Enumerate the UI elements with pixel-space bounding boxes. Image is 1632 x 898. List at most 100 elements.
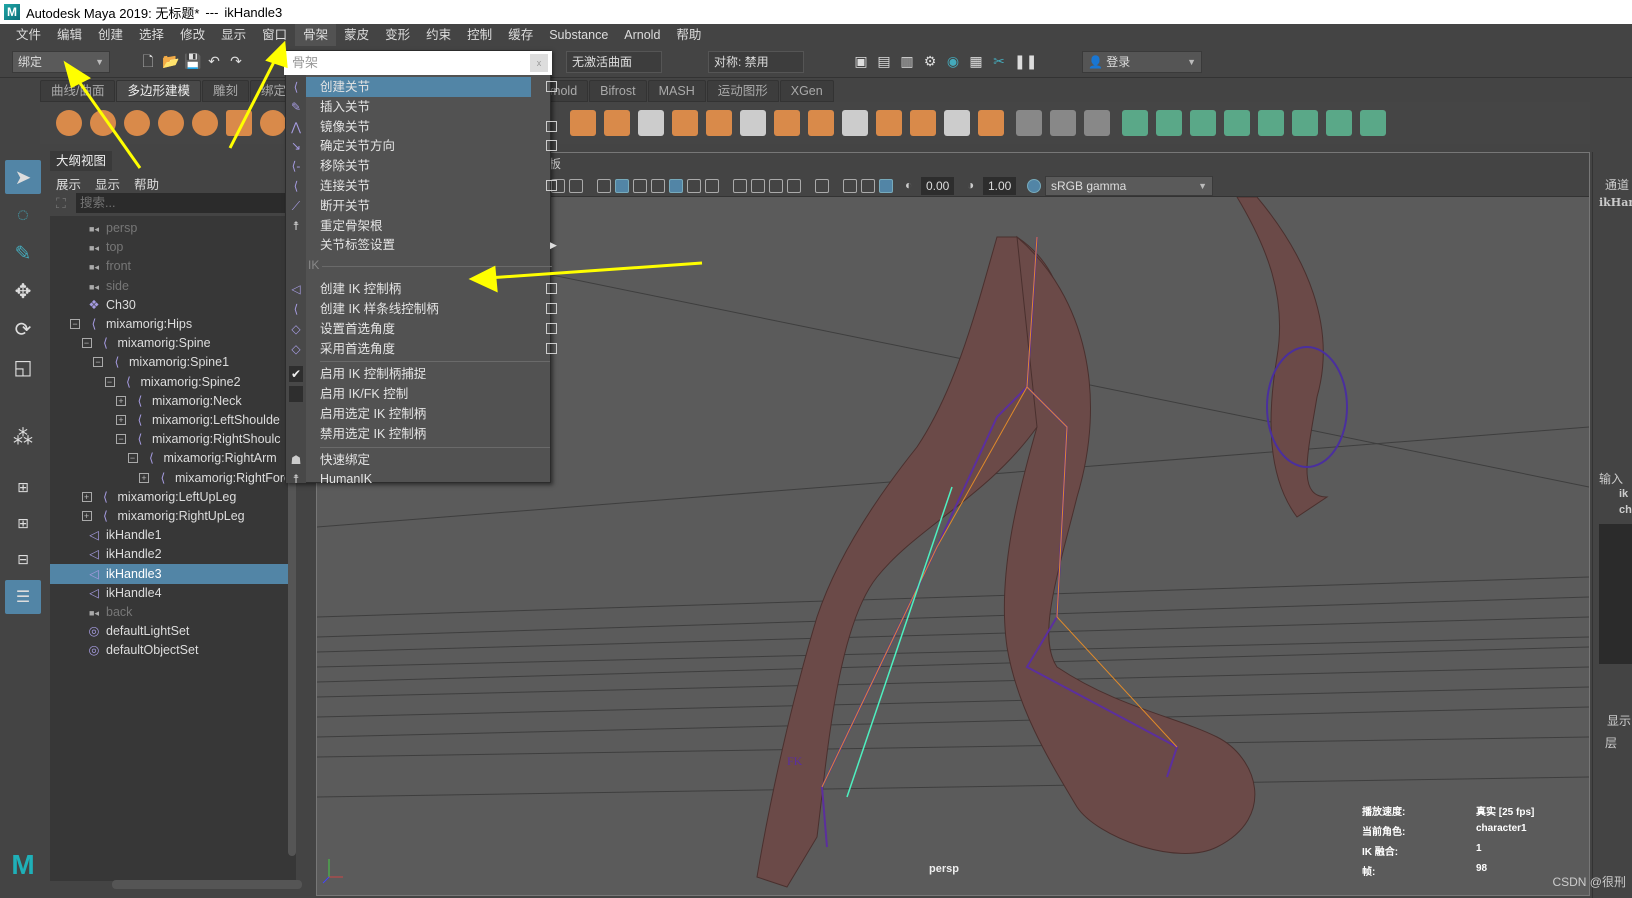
smooth-shade-icon[interactable] xyxy=(615,179,629,193)
shelf-fill-hole-icon[interactable] xyxy=(944,110,970,136)
ambient-occlusion-icon[interactable] xyxy=(733,179,747,193)
soft-select-tool-icon[interactable]: ⁂ xyxy=(5,420,41,454)
collapse-icon[interactable]: − xyxy=(70,319,80,329)
wireframe-icon[interactable] xyxy=(597,179,611,193)
redo-icon[interactable]: ↷ xyxy=(228,53,244,69)
outliner-tab[interactable]: 大纲视图 xyxy=(50,151,112,171)
expand-icon[interactable]: + xyxy=(81,511,92,521)
pause-render-icon[interactable]: ❚❚ xyxy=(1014,53,1037,69)
menu-item[interactable]: 断开关节 xyxy=(306,196,531,216)
outliner-item[interactable]: ■◂ back xyxy=(50,602,296,622)
shelf-smooth-icon[interactable] xyxy=(774,110,800,136)
outliner-item[interactable]: − ⟨ mixamorig:Spine xyxy=(50,333,296,353)
render-setup-icon[interactable]: ▦ xyxy=(968,53,984,69)
menu-item[interactable]: 连接关节 xyxy=(306,176,557,196)
option-box-icon[interactable] xyxy=(546,81,557,92)
outliner-item[interactable]: − ⟨ mixamorig:Hips xyxy=(50,314,296,334)
menu-1[interactable]: 编辑 xyxy=(49,24,90,46)
menu-item[interactable]: 启用 IK 控制柄捕捉 xyxy=(306,364,531,384)
rotate-tool-icon[interactable]: ⟳ xyxy=(5,312,41,346)
default-lighting-icon[interactable] xyxy=(633,179,647,193)
outliner-item[interactable]: + ⟨ mixamorig:Neck xyxy=(50,391,296,411)
menu-11[interactable]: 控制 xyxy=(459,24,500,46)
outliner-layout-icon[interactable]: ☰ xyxy=(5,580,41,614)
menu-item[interactable]: 启用 IK/FK 控制 xyxy=(306,384,531,404)
menu-6[interactable]: 窗口 xyxy=(254,24,295,46)
option-box-icon[interactable] xyxy=(546,322,557,334)
light-editor-icon[interactable]: ✂ xyxy=(991,53,1007,69)
outliner-item[interactable]: + ⟨ mixamorig:RightUpLeg xyxy=(50,506,296,526)
outliner-item[interactable]: ◎ defaultObjectSet xyxy=(50,640,296,660)
shelf-sphere-icon[interactable] xyxy=(56,110,82,136)
save-scene-icon[interactable]: 💾 xyxy=(184,53,201,69)
safe-title-icon[interactable] xyxy=(569,179,583,193)
menu-set-dropdown[interactable]: 绑定 ▼ xyxy=(12,51,110,73)
expand-icon[interactable]: + xyxy=(139,472,149,483)
checkbox-checked-icon[interactable]: ✔ xyxy=(289,366,303,383)
shelf-tab-6[interactable]: MASH xyxy=(647,80,706,102)
option-box-icon[interactable] xyxy=(546,342,557,354)
shelf-tab-2[interactable]: 雕刻 xyxy=(202,80,250,102)
login-button[interactable]: 👤 登录 ▼ xyxy=(1082,51,1202,73)
input-node-1[interactable]: ik xyxy=(1619,488,1628,500)
input-node-2[interactable]: ch xyxy=(1619,504,1632,516)
shelf-bevel-icon[interactable] xyxy=(570,110,596,136)
shelf-tab-0[interactable]: 曲线/曲面 xyxy=(40,80,116,102)
menu-5[interactable]: 显示 xyxy=(213,24,254,46)
filter-icon[interactable]: ⛶ xyxy=(56,195,66,212)
outliner-item[interactable]: ◁ ikHandle3 xyxy=(50,563,296,584)
color-management-icon[interactable] xyxy=(1027,179,1041,193)
open-scene-icon[interactable]: 📂 xyxy=(162,53,179,69)
menu-search-input[interactable]: 骨架 x xyxy=(284,51,552,75)
menu-7[interactable]: 骨架 xyxy=(295,24,337,46)
shelf-tab-8[interactable]: XGen xyxy=(779,80,834,102)
outliner-item[interactable]: + ⟨ mixamorig:LeftShoulde xyxy=(50,410,296,430)
shelf-tab-5[interactable]: Bifrost xyxy=(589,80,647,102)
option-box-icon[interactable] xyxy=(546,303,557,314)
shelf-combine-icon[interactable] xyxy=(604,110,630,136)
menu-3[interactable]: 选择 xyxy=(131,24,172,46)
shelf-insert-loop-icon[interactable] xyxy=(1050,110,1076,136)
shelf-extract-icon[interactable] xyxy=(808,110,834,136)
shelf-cube-icon[interactable] xyxy=(90,110,116,136)
depth-of-field-icon[interactable] xyxy=(787,179,801,193)
scale-tool-icon[interactable]: ◱ xyxy=(5,350,41,384)
menu-8[interactable]: 蒙皮 xyxy=(336,24,377,46)
outliner-item[interactable]: ■◂ persp xyxy=(50,218,296,238)
shelf-extrude-icon[interactable] xyxy=(672,110,698,136)
shelf-uv-editor-icon[interactable] xyxy=(1224,110,1250,136)
channel-box-tab[interactable]: 通道 xyxy=(1605,176,1629,193)
shelf-uv-planar-icon[interactable] xyxy=(1122,110,1148,136)
collapse-icon[interactable]: − xyxy=(93,357,103,368)
menu-item[interactable]: 重定骨架根 xyxy=(306,216,531,236)
collapse-icon[interactable]: − xyxy=(81,338,92,349)
menu-item[interactable]: 快速绑定 xyxy=(306,450,531,470)
select-tool-icon[interactable]: ➤ xyxy=(5,160,41,194)
menu-item[interactable]: 镜像关节 xyxy=(306,117,557,137)
shelf-separate-icon[interactable] xyxy=(638,110,664,136)
outliner-item[interactable]: ■◂ front xyxy=(50,256,296,276)
render-settings-icon[interactable]: ⚙ xyxy=(922,53,938,69)
collapse-icon[interactable]: − xyxy=(104,376,115,387)
option-box-icon[interactable] xyxy=(546,283,557,295)
symmetry-field[interactable]: 对称: 禁用 xyxy=(708,51,804,73)
outliner-item[interactable]: − ⟨ mixamorig:RightShoulc xyxy=(50,429,296,449)
outliner-item[interactable]: ■◂ top xyxy=(50,237,296,257)
shelf-tab-1[interactable]: 多边形建模 xyxy=(116,80,201,102)
menu-item[interactable]: 关节标签设置 ▶ xyxy=(306,235,557,255)
menu-4[interactable]: 修改 xyxy=(172,24,213,46)
shelf-bridge-icon[interactable] xyxy=(706,110,732,136)
checkbox-unchecked-icon[interactable] xyxy=(289,386,303,403)
exposure-field[interactable]: 0.00 xyxy=(921,177,955,195)
menu-14[interactable]: Arnold xyxy=(616,24,668,46)
hypershade-icon[interactable]: ◉ xyxy=(945,53,961,69)
display-layer-tab[interactable]: 显示 xyxy=(1607,712,1631,729)
outliner-item[interactable]: ◁ ikHandle2 xyxy=(50,544,296,564)
shelf-disc-icon[interactable] xyxy=(260,110,286,136)
move-tool-icon[interactable]: ✥ xyxy=(5,274,41,308)
outliner-search-input[interactable] xyxy=(76,193,306,213)
isolate-select-icon[interactable] xyxy=(815,179,829,193)
lasso-tool-icon[interactable]: ◌ xyxy=(5,198,41,232)
xray-icon[interactable] xyxy=(843,179,857,193)
shelf-torus-icon[interactable] xyxy=(192,110,218,136)
